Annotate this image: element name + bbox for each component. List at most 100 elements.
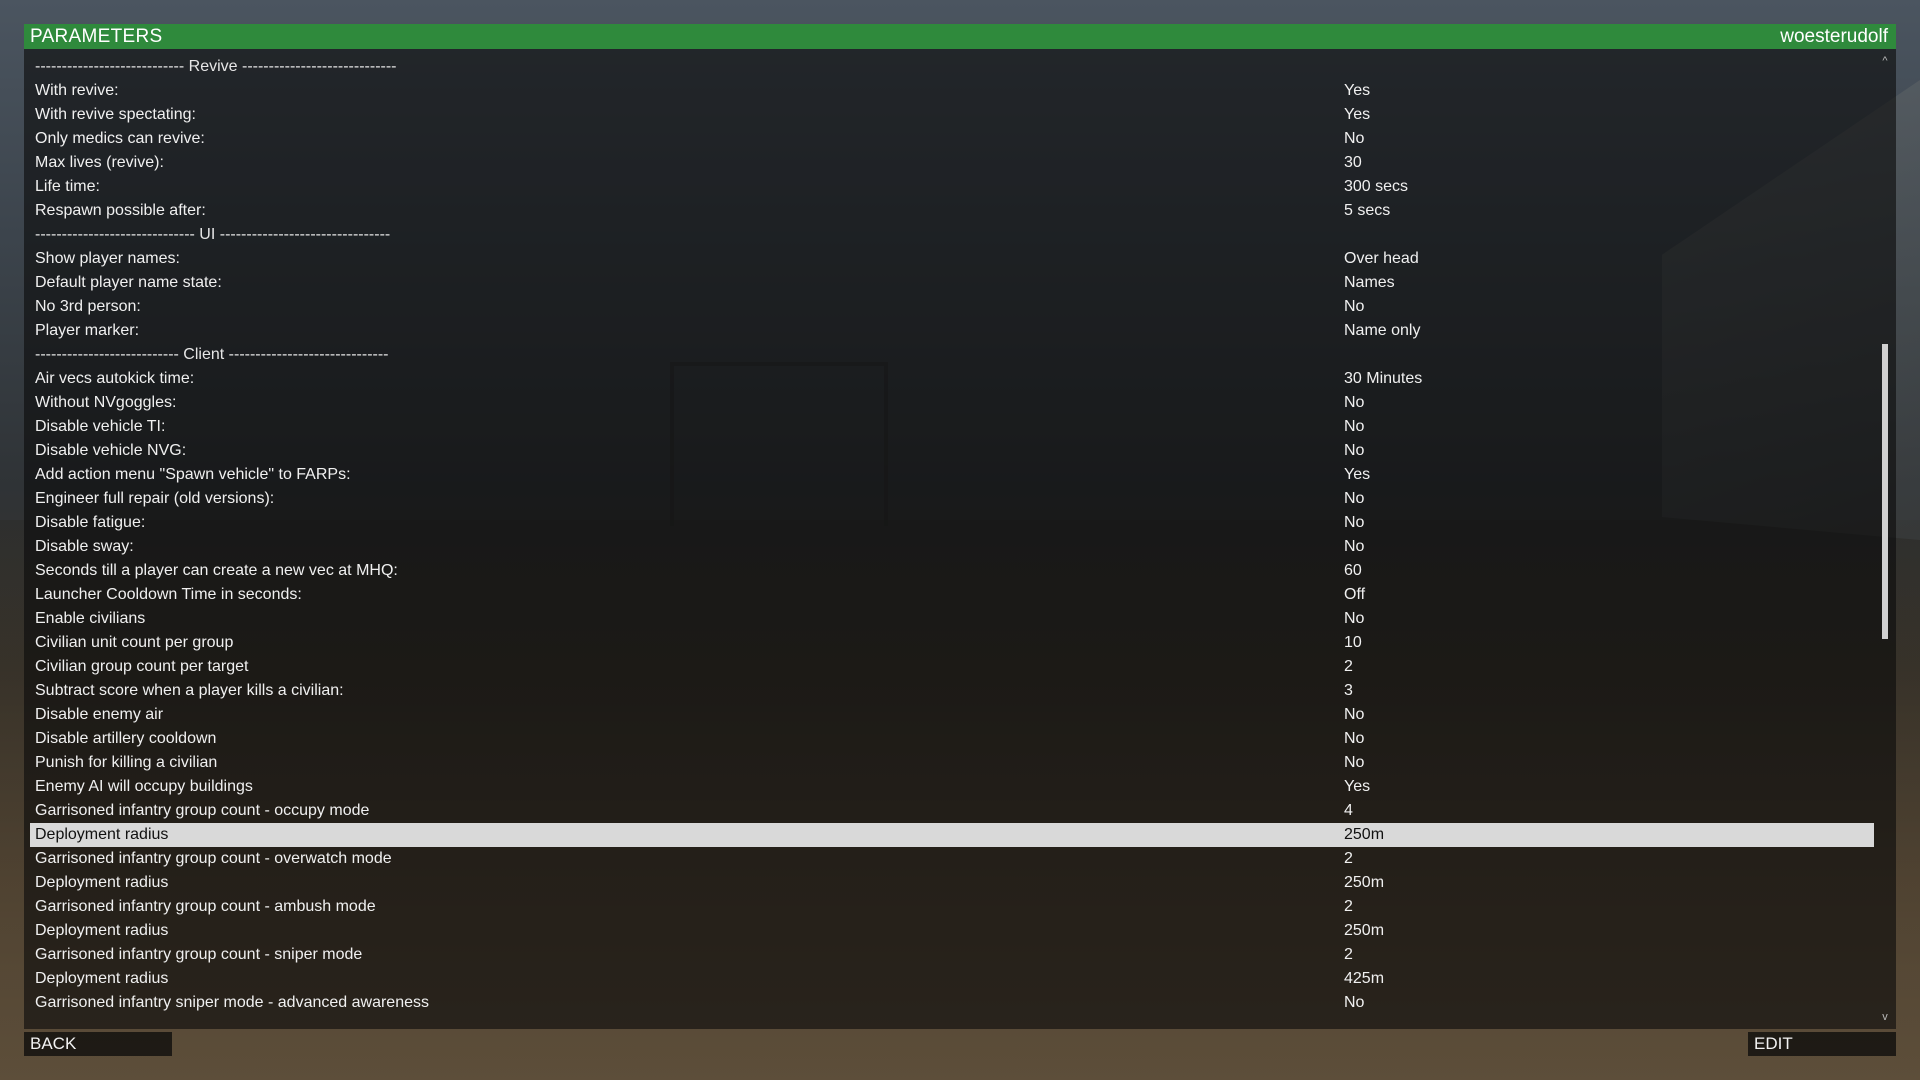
parameter-value: 10 — [1344, 634, 1362, 651]
parameter-row[interactable]: Air vecs autokick time: 30 Minutes — [30, 367, 1874, 391]
parameter-label: Punish for killing a civilian — [35, 754, 218, 771]
section-header-label: --------------------------- Client -----… — [35, 346, 389, 363]
parameter-label: Garrisoned infantry group count - ambush… — [35, 898, 376, 915]
parameter-value: 30 Minutes — [1344, 370, 1423, 387]
parameter-label: Deployment radius — [35, 874, 169, 891]
parameter-row[interactable]: Garrisoned infantry sniper mode - genera… — [30, 1015, 1874, 1017]
parameter-row[interactable]: Engineer full repair (old versions): No — [30, 487, 1874, 511]
parameter-label: Launcher Cooldown Time in seconds: — [35, 586, 302, 603]
parameter-label: With revive spectating: — [35, 106, 196, 123]
parameter-value: No — [1344, 490, 1365, 507]
parameter-label: Deployment radius — [35, 970, 169, 987]
parameter-row[interactable]: Deployment radius 250m — [30, 871, 1874, 895]
parameter-row[interactable]: Disable artillery cooldown No — [30, 727, 1874, 751]
parameter-label: Default player name state: — [35, 274, 222, 291]
parameter-value: No — [1344, 442, 1365, 459]
scroll-up-icon[interactable]: ^ — [1878, 55, 1892, 67]
parameter-value: 250m — [1344, 922, 1385, 939]
parameter-row[interactable]: Deployment radius 425m — [30, 967, 1874, 991]
parameter-row[interactable]: Only medics can revive: No — [30, 127, 1874, 151]
parameter-row[interactable]: Seconds till a player can create a new v… — [30, 559, 1874, 583]
parameter-value: Yes — [1344, 778, 1371, 795]
parameter-row[interactable]: Enemy AI will occupy buildings Yes — [30, 775, 1874, 799]
parameter-value: default (recommended) — [1344, 1015, 1509, 1017]
parameter-row[interactable]: Show player names: Over head — [30, 247, 1874, 271]
parameter-value: No — [1344, 994, 1365, 1011]
scrollbar-thumb[interactable] — [1882, 344, 1888, 639]
title-bar: PARAMETERS woesterudolf — [24, 24, 1896, 49]
parameter-label: Garrisoned infantry sniper mode - advanc… — [35, 994, 429, 1011]
parameter-row[interactable]: Disable vehicle NVG: No — [30, 439, 1874, 463]
parameter-row[interactable]: Disable sway: No — [30, 535, 1874, 559]
parameter-value: No — [1344, 394, 1365, 411]
parameter-row[interactable]: Add action menu "Spawn vehicle" to FARPs… — [30, 463, 1874, 487]
parameter-row[interactable]: Disable vehicle TI: No — [30, 415, 1874, 439]
parameter-row[interactable]: Garrisoned infantry group count - sniper… — [30, 943, 1874, 967]
parameters-list[interactable]: ---------------------------- Revive ----… — [30, 55, 1874, 1017]
parameter-label: Enable civilians — [35, 610, 146, 627]
parameter-row[interactable]: Garrisoned infantry sniper mode - advanc… — [30, 991, 1874, 1015]
scroll-down-icon[interactable]: v — [1878, 1011, 1892, 1023]
parameter-value: Name only — [1344, 322, 1421, 339]
parameter-value: No — [1344, 418, 1365, 435]
parameter-label: Disable sway: — [35, 538, 134, 555]
parameter-row[interactable]: Enable civilians No — [30, 607, 1874, 631]
parameter-row[interactable]: Launcher Cooldown Time in seconds: Off — [30, 583, 1874, 607]
parameter-row[interactable]: Subtract score when a player kills a civ… — [30, 679, 1874, 703]
parameter-label: No 3rd person: — [35, 298, 141, 315]
parameter-label: Respawn possible after: — [35, 202, 206, 219]
parameter-row[interactable]: Deployment radius 250m — [30, 823, 1874, 847]
parameter-row[interactable]: Garrisoned infantry group count - ambush… — [30, 895, 1874, 919]
back-button[interactable]: BACK — [24, 1032, 172, 1056]
parameter-value: Over head — [1344, 250, 1419, 267]
parameter-label: Seconds till a player can create a new v… — [35, 562, 398, 579]
parameter-label: Add action menu "Spawn vehicle" to FARPs… — [35, 466, 351, 483]
parameter-row[interactable]: Without NVgoggles: No — [30, 391, 1874, 415]
parameter-value: 30 — [1344, 154, 1362, 171]
parameter-value: 300 secs — [1344, 178, 1409, 195]
parameter-value: Names — [1344, 274, 1395, 291]
parameter-row[interactable]: With revive spectating: Yes — [30, 103, 1874, 127]
parameter-value: 425m — [1344, 970, 1385, 987]
parameter-label: Enemy AI will occupy buildings — [35, 778, 253, 795]
section-header-label: ------------------------------ UI ------… — [35, 226, 391, 243]
parameter-value: 2 — [1344, 946, 1353, 963]
edit-button[interactable]: EDIT — [1748, 1032, 1896, 1056]
section-header: ---------------------------- Revive ----… — [30, 55, 1874, 79]
parameter-value: Off — [1344, 586, 1366, 603]
parameter-value: 3 — [1344, 682, 1353, 699]
parameter-value: 250m — [1344, 874, 1385, 891]
parameter-row[interactable]: No 3rd person: No — [30, 295, 1874, 319]
parameter-value: 2 — [1344, 658, 1353, 675]
parameter-label: Garrisoned infantry group count - overwa… — [35, 850, 392, 867]
parameter-value: No — [1344, 610, 1365, 627]
parameter-row[interactable]: Garrisoned infantry group count - occupy… — [30, 799, 1874, 823]
parameter-label: Civilian group count per target — [35, 658, 249, 675]
parameter-row[interactable]: Respawn possible after: 5 secs — [30, 199, 1874, 223]
parameter-row[interactable]: Max lives (revive): 30 — [30, 151, 1874, 175]
parameter-label: Player marker: — [35, 322, 140, 339]
parameter-label: Engineer full repair (old versions): — [35, 490, 275, 507]
parameter-row[interactable]: Default player name state: Names — [30, 271, 1874, 295]
parameter-row[interactable]: Life time: 300 secs — [30, 175, 1874, 199]
parameter-label: Garrisoned infantry sniper mode - genera… — [35, 1015, 362, 1017]
parameter-row[interactable]: Civilian group count per target 2 — [30, 655, 1874, 679]
section-header: --------------------------- Client -----… — [30, 343, 1874, 367]
parameter-row[interactable]: Punish for killing a civilian No — [30, 751, 1874, 775]
section-header: ------------------------------ UI ------… — [30, 223, 1874, 247]
parameter-row[interactable]: Civilian unit count per group 10 — [30, 631, 1874, 655]
parameter-label: Disable vehicle NVG: — [35, 442, 187, 459]
parameter-value: 60 — [1344, 562, 1362, 579]
parameter-label: Without NVgoggles: — [35, 394, 177, 411]
window-title: PARAMETERS — [30, 26, 163, 47]
parameter-row[interactable]: Disable enemy air No — [30, 703, 1874, 727]
parameter-value: No — [1344, 130, 1365, 147]
parameter-row[interactable]: Garrisoned infantry group count - overwa… — [30, 847, 1874, 871]
parameter-value: Yes — [1344, 82, 1371, 99]
parameter-row[interactable]: With revive: Yes — [30, 79, 1874, 103]
parameter-row[interactable]: Disable fatigue: No — [30, 511, 1874, 535]
parameter-label: Deployment radius — [35, 826, 169, 843]
parameter-row[interactable]: Deployment radius 250m — [30, 919, 1874, 943]
parameter-value: 4 — [1344, 802, 1353, 819]
parameter-row[interactable]: Player marker: Name only — [30, 319, 1874, 343]
